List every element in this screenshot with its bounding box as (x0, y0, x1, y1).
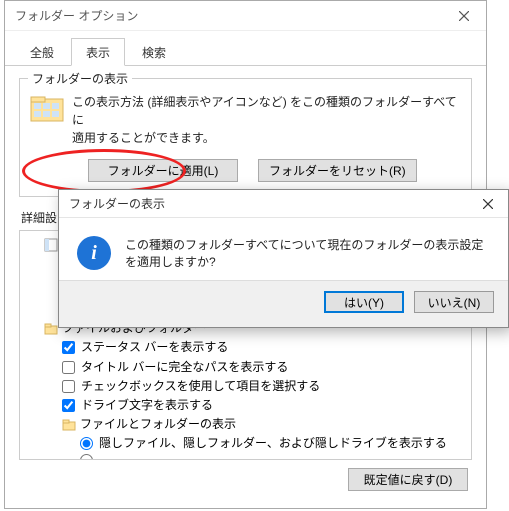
tree-hidden-group[interactable]: ファイルとフォルダーの表示 (26, 415, 465, 434)
tab-search[interactable]: 検索 (127, 38, 181, 66)
tree-use-checkboxes[interactable]: チェックボックスを使用して項目を選択する (26, 377, 465, 396)
no-button[interactable]: いいえ(N) (414, 291, 494, 313)
checkbox[interactable] (62, 380, 75, 393)
tree-title-path[interactable]: タイトル バーに完全なパスを表示する (26, 358, 465, 377)
folder-icon (62, 418, 76, 432)
checkbox[interactable] (62, 399, 75, 412)
titlebar: フォルダー オプション (5, 1, 486, 31)
yes-button[interactable]: はい(Y) (324, 291, 404, 313)
folder-display-group: フォルダーの表示 この表示方法 (詳細表示やアイコンなど) をこの種類のフォルダ… (19, 78, 472, 197)
tab-general[interactable]: 全般 (15, 38, 69, 66)
display-description: この表示方法 (詳細表示やアイコンなど) をこの種類のフォルダーすべてに 適用す… (72, 93, 461, 147)
reset-folders-button[interactable]: フォルダーをリセット(R) (258, 159, 417, 182)
dialog-titlebar: フォルダーの表示 (59, 190, 508, 218)
confirm-dialog: フォルダーの表示 i この種類のフォルダーすべてについて現在のフォルダーの表示設… (58, 189, 509, 328)
group-label: フォルダーの表示 (28, 70, 132, 87)
folder-icon (44, 322, 58, 336)
restore-defaults-button[interactable]: 既定値に戻す(D) (348, 468, 468, 491)
tree-drive-letters[interactable]: ドライブ文字を表示する (26, 396, 465, 415)
dialog-title: フォルダーの表示 (69, 195, 165, 212)
panel-footer: 既定値に戻す(D) (19, 460, 472, 499)
tab-bar: 全般 表示 検索 (5, 31, 486, 66)
info-icon: i (77, 236, 111, 270)
window-title: フォルダー オプション (15, 7, 138, 24)
dialog-message: この種類のフォルダーすべてについて現在のフォルダーの表示設定を適用しますか? (125, 236, 490, 270)
close-button[interactable] (441, 1, 486, 31)
tab-view[interactable]: 表示 (71, 38, 125, 66)
close-icon (483, 199, 493, 209)
nav-pane-icon (44, 238, 58, 252)
radio[interactable] (80, 437, 93, 450)
folder-thumbnail-icon (30, 93, 64, 123)
dialog-close-button[interactable] (468, 190, 508, 218)
tree-status-bar[interactable]: ステータス バーを表示する (26, 338, 465, 357)
apply-to-folders-button[interactable]: フォルダーに適用(L) (88, 159, 238, 182)
checkbox[interactable] (62, 361, 75, 374)
tree-show-hidden[interactable]: 隠しファイル、隠しフォルダー、および隠しドライブを表示する (26, 434, 465, 453)
checkbox[interactable] (62, 341, 75, 354)
dialog-body: i この種類のフォルダーすべてについて現在のフォルダーの表示設定を適用しますか? (59, 218, 508, 280)
close-icon (459, 11, 469, 21)
dialog-button-row: はい(Y) いいえ(N) (59, 280, 508, 327)
